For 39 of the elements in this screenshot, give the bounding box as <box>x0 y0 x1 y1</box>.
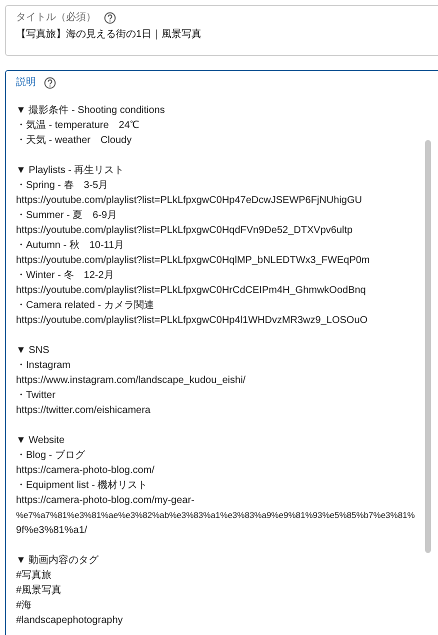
description-line: https://twitter.com/eishicamera <box>16 404 152 418</box>
help-icon[interactable] <box>44 76 56 88</box>
description-line: ・Blog - ブログ <box>16 448 86 463</box>
description-line: #landscapephotography <box>16 614 124 628</box>
field-label: 説明 <box>16 76 36 90</box>
description-line: ▼ Website <box>16 434 66 448</box>
description-line: https://youtube.com/playlist?list=PLkLfpxgwC0Hp47eDcwJSEWP6FjNUhigGU <box>16 194 363 208</box>
description-line: ・Spring - 春 3-5月 <box>16 179 110 193</box>
description-line: ・Autumn - 秋 10-11月 <box>16 238 126 253</box>
description-line: ▼ 動画内容のタグ <box>16 554 100 568</box>
description-line: ・Summer - 夏 6-9月 <box>16 209 118 223</box>
description-line: ・Winter - 冬 12-2月 <box>16 269 115 283</box>
title-value: 【写真旅】海の見える街の1日｜風景写真 <box>16 28 203 42</box>
description-line: ・Equipment list - 機材リスト <box>16 478 149 493</box>
description-line: 9f%e3%81%a1/ <box>16 524 88 538</box>
description-line: https://youtube.com/playlist?list=PLkLfpxgwC0HqdFVn9De52_DTXVpv6ultp <box>16 224 354 238</box>
description-line: https://camera-photo-blog.com/ <box>16 464 156 478</box>
description-line: https://www.instagram.com/landscape_kudou_eishi/ <box>16 374 247 388</box>
description-line: %e7%a7%81%e3%81%ae%e3%82%ab%e3%83%a1%e3%83%a9%e9%81%93%e5%85%b7%e3%81% <box>16 509 416 522</box>
description-line: https://camera-photo-blog.com/my-gear- <box>16 494 196 508</box>
description-line: ・気温 - temperature 24℃ <box>16 119 140 133</box>
description-line: https://youtube.com/playlist?list=PLkLfpxgwC0Hp4l1WHDvzMR3wz9_LOSOuO <box>16 314 369 328</box>
description-field[interactable] <box>5 70 438 635</box>
description-line: ▼ SNS <box>16 344 50 358</box>
description-line: ・Camera related - カメラ関連 <box>16 298 155 313</box>
field-label: タイトル（必須） <box>16 10 96 25</box>
help-icon[interactable] <box>104 12 116 24</box>
description-line: ▼ Playlists - 再生リスト <box>16 164 126 178</box>
scrollbar[interactable] <box>425 140 431 553</box>
description-line: ▼ 撮影条件 - Shooting conditions <box>16 104 166 118</box>
description-line: #風景写真 <box>16 584 63 598</box>
description-line: https://youtube.com/playlist?list=PLkLfpxgwC0HrCdCEIPm4H_GhmwkOodBnq <box>16 284 367 298</box>
description-line: https://youtube.com/playlist?list=PLkLfpxgwC0HqlMP_bNLEDTWx3_FWEqP0m <box>16 254 371 268</box>
description-line: ・Instagram <box>16 359 72 373</box>
description-line: #海 <box>16 599 33 613</box>
description-line: ・天気 - weather Cloudy <box>16 134 133 148</box>
description-line: #写真旅 <box>16 568 53 583</box>
description-line: ・Twitter <box>16 389 56 403</box>
title-field[interactable]: タイトル（必須） 【写真旅】海の見える街の1日｜風景写真 <box>5 5 438 56</box>
